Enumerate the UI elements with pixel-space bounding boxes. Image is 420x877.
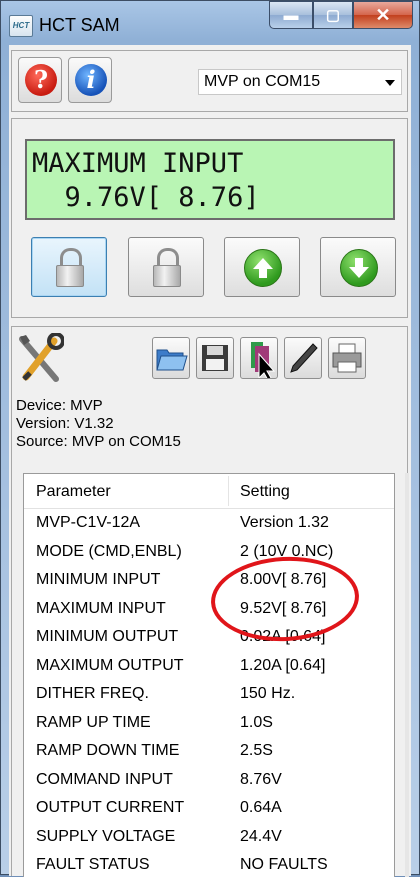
folder-open-icon — [156, 349, 188, 371]
parameter-cell: MINIMUM INPUT — [36, 571, 161, 588]
setting-cell: 2.5S — [240, 742, 273, 759]
tools-icon — [16, 332, 65, 385]
print-button[interactable] — [328, 337, 366, 379]
window-title: HCT SAM — [39, 15, 120, 35]
lock-icon — [56, 248, 84, 287]
close-button[interactable]: ✕ — [353, 1, 413, 29]
setting-cell: 1.0S — [240, 713, 273, 731]
save-button[interactable] — [196, 337, 234, 379]
down-button[interactable] — [320, 237, 396, 297]
table-row[interactable]: MODE (CMD,ENBL) 2 (10V 0.NC) — [24, 538, 394, 567]
parameter-cell: DITHER FREQ. — [36, 685, 149, 702]
device-version: Version: V1.32 — [16, 415, 114, 432]
setting-cell: 2 (10V 0.NC) — [240, 542, 334, 560]
padlock-icon — [153, 248, 181, 287]
table-row[interactable]: MAXIMUM INPUT 9.52V[ 8.76] — [24, 595, 394, 624]
lcd-display: MAXIMUM INPUT 9.76V[ 8.76] — [25, 139, 395, 220]
parameter-cell: COMMAND INPUT — [36, 770, 173, 788]
device-source: Source: MVP on COM15 — [16, 433, 181, 450]
minimize-icon: ▬ — [283, 6, 299, 24]
parameter-list[interactable]: Parameter Setting MVP-C1V-12A Version 1.3… — [23, 473, 395, 877]
list-body: MVP-C1V-12A Version 1.32 MODE (CMD,ENBL) 2 … — [24, 509, 394, 877]
parameter-cell: MODE (CMD,ENBL) — [36, 542, 182, 560]
lcd-line-2: 9.76V[ 8.76] — [32, 182, 260, 213]
setting-cell: 9.52V[ 8.76] — [240, 599, 327, 617]
parameter-cell: SUPPLY VOLTAGE — [36, 827, 176, 845]
setting-cell: 0.02A [0.64] — [240, 628, 326, 645]
setting-cell: 24.4V — [240, 827, 282, 845]
edit-button[interactable] — [284, 337, 322, 379]
setting-cell: 8.00V[ 8.76] — [240, 571, 327, 588]
printer-icon — [332, 343, 362, 373]
setting-cell: Version 1.32 — [240, 514, 329, 531]
info-icon: i — [75, 64, 107, 96]
device-panel: Device: MVP Version: V1.32 Source: MVP o… — [11, 326, 409, 877]
help-button[interactable]: ? — [18, 57, 62, 103]
parameter-cell: MINIMUM OUTPUT — [36, 628, 179, 645]
table-row[interactable]: RAMP DOWN TIME 2.5S — [24, 737, 394, 766]
table-row[interactable]: FAULT STATUS NO FAULTS — [24, 851, 394, 877]
parameter-cell: RAMP UP TIME — [36, 713, 151, 731]
title-bar[interactable]: HCT HCT SAM ▬ ▢ ✕ — [1, 1, 419, 45]
up-button[interactable] — [224, 237, 300, 297]
table-row[interactable]: MINIMUM INPUT 8.00V[ 8.76] — [24, 566, 394, 595]
app-logo-icon: HCT — [9, 15, 33, 37]
maximize-button[interactable]: ▢ — [313, 1, 353, 29]
top-toolbar: ? i MVP on COM15 — [11, 50, 408, 112]
table-row[interactable]: RAMP UP TIME 1.0S — [24, 709, 394, 738]
parameter-cell: MAXIMUM INPUT — [36, 599, 166, 617]
client-area: ? i MVP on COM15 MAXIMUM INPUT 9.76V[ 8.… — [9, 45, 411, 877]
open-button[interactable] — [152, 337, 190, 379]
table-row[interactable]: MAXIMUM OUTPUT 1.20A [0.64] — [24, 652, 394, 681]
setting-cell: NO FAULTS — [240, 856, 328, 873]
setting-cell: 0.64A — [240, 799, 282, 816]
lock-button[interactable] — [31, 237, 107, 297]
close-icon: ✕ — [375, 4, 391, 25]
column-header-setting[interactable]: Setting — [240, 483, 290, 501]
parameter-cell: RAMP DOWN TIME — [36, 742, 180, 759]
port-select-value: MVP on COM15 — [204, 73, 321, 90]
arrow-down-icon — [340, 249, 378, 287]
parameter-cell: MVP-C1V-12A — [36, 514, 141, 531]
parameter-cell: OUTPUT CURRENT — [36, 799, 185, 816]
table-row[interactable]: MINIMUM OUTPUT 0.02A [0.64] — [24, 623, 394, 652]
device-name: Device: MVP — [16, 397, 103, 414]
table-row[interactable]: OUTPUT CURRENT 0.64A — [24, 794, 394, 823]
maximize-icon: ▢ — [325, 7, 341, 24]
pen-icon — [290, 343, 318, 373]
list-header: Parameter Setting — [24, 474, 394, 509]
chevron-down-icon[interactable] — [385, 80, 395, 86]
setting-cell: 150 Hz. — [240, 685, 296, 702]
info-button[interactable]: i — [68, 57, 112, 103]
floppy-disk-icon — [202, 345, 228, 371]
device-info: Device: MVP Version: V1.32 Source: MVP o… — [16, 397, 181, 451]
parameter-cell: MAXIMUM OUTPUT — [36, 656, 184, 674]
program-button[interactable] — [240, 337, 278, 381]
setting-cell: 1.20A [0.64] — [240, 656, 326, 674]
column-divider[interactable] — [228, 476, 229, 506]
unlock-button[interactable] — [128, 237, 204, 297]
download-to-device-icon — [251, 342, 276, 381]
port-select[interactable]: MVP on COM15 — [198, 69, 402, 95]
arrow-up-icon — [244, 249, 282, 287]
help-icon: ? — [25, 64, 57, 96]
list-scrollbar[interactable] — [405, 473, 409, 877]
table-row[interactable]: DITHER FREQ. 150 Hz. — [24, 680, 394, 709]
table-row[interactable]: COMMAND INPUT 8.76V — [24, 766, 394, 795]
setting-cell: 8.76V — [240, 770, 282, 788]
minimize-button[interactable]: ▬ — [269, 1, 313, 29]
table-row[interactable]: SUPPLY VOLTAGE 24.4V — [24, 823, 394, 852]
lcd-line-1: MAXIMUM INPUT — [32, 148, 244, 179]
app-window: HCT HCT SAM ▬ ▢ ✕ ? i MVP on COM15 MAXIM… — [0, 0, 420, 877]
parameter-cell: FAULT STATUS — [36, 856, 150, 873]
display-panel: MAXIMUM INPUT 9.76V[ 8.76] — [11, 118, 408, 318]
caption-buttons: ▬ ▢ ✕ — [269, 1, 413, 35]
table-row[interactable]: MVP-C1V-12A Version 1.32 — [24, 509, 394, 538]
column-header-parameter[interactable]: Parameter — [36, 483, 111, 501]
